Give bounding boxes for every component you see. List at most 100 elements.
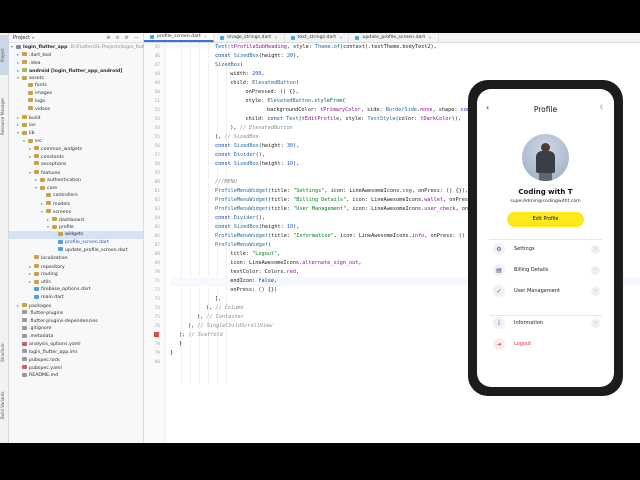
tree-item[interactable]: ▸ utils [9, 278, 143, 286]
code-line[interactable]: width: 200, [170, 70, 264, 79]
close-icon[interactable]: × [339, 35, 342, 40]
tree-item[interactable]: .flutter-plugins [9, 310, 143, 318]
moon-icon[interactable]: ☾ [600, 104, 605, 111]
back-arrow-icon[interactable]: ‹ [486, 103, 489, 112]
gear-icon[interactable]: ⚙ [125, 35, 129, 41]
tree-item[interactable]: ▾ lib [9, 129, 143, 137]
tree-item[interactable]: ▾ assets [9, 74, 143, 82]
code-line[interactable]: ), // Container [170, 313, 244, 322]
tree-item[interactable]: ▾ core [9, 184, 143, 192]
code-line[interactable]: ProfileMenuWidget(title: "Settings", ico… [170, 187, 468, 196]
tree-item[interactable]: exceptions [9, 161, 143, 169]
tree-item[interactable]: ▸ packages [9, 302, 143, 310]
tree-item[interactable]: ▾ profile [9, 223, 143, 231]
resource-manager-tool-button[interactable]: Resource Manager [0, 81, 9, 151]
code-line[interactable]: Text(tProfileSubHeading, style: Theme.of… [170, 43, 437, 52]
menu-item-logout[interactable]: ⇥ Logout [493, 337, 600, 351]
editor-tab[interactable]: text_strings.dart × [285, 33, 350, 42]
chevron-down-icon[interactable]: ▾ [32, 35, 34, 40]
collapse-all-icon[interactable]: ≡ [115, 35, 119, 41]
tree-item[interactable]: .gitignore [9, 325, 143, 333]
tree-item[interactable]: pubspec.lock [9, 357, 143, 365]
tree-item[interactable]: ▸ .idea [9, 59, 143, 67]
code-line[interactable]: child: ElevatedButton( [170, 79, 299, 88]
tree-item[interactable]: ▸ build [9, 114, 143, 122]
tree-item[interactable]: ▸ authentication [9, 176, 143, 184]
code-line[interactable]: ProfileMenuWidget( [170, 241, 271, 250]
code-line[interactable]: } [170, 340, 182, 349]
project-view-selector[interactable]: Project [13, 35, 30, 41]
code-line[interactable]: const SizedBox(height: 10), [170, 223, 299, 232]
tree-item[interactable]: analysis_options.yaml [9, 341, 143, 349]
code-line[interactable]: style: ElevatedButton.styleFrom( [170, 97, 345, 106]
tree-item[interactable]: controllers [9, 192, 143, 200]
code-line[interactable]: ), // SizedBox [170, 133, 259, 142]
code-line[interactable]: ProfileMenuWidget(title: "Information", … [170, 232, 481, 241]
tree-item[interactable]: images [9, 90, 143, 98]
close-icon[interactable]: × [204, 34, 207, 39]
code-line[interactable]: textColor: Colors.red, [170, 268, 299, 277]
menu-item-information[interactable]: i Information › [493, 316, 600, 330]
tree-item[interactable]: ▸ models [9, 200, 143, 208]
code-line[interactable]: ); // Scaffold [170, 331, 223, 340]
tree-item[interactable]: ▾ features [9, 169, 143, 177]
tree-item[interactable]: ▸ ios [9, 121, 143, 129]
tree-item[interactable]: ▸ .dart_tool [9, 51, 143, 59]
tree-item[interactable]: ▸ android [login_flutter_app_android] [9, 67, 143, 75]
tree-item[interactable]: pubspec.yaml [9, 365, 143, 373]
code-line[interactable]: ///MENU [170, 178, 237, 187]
tree-item[interactable]: login_flutter_app.iml [9, 349, 143, 357]
code-line[interactable]: ProfileMenuWidget(title: "User Managemen… [170, 205, 512, 214]
menu-item-billing-details[interactable]: ▤ Billing Details › [493, 263, 600, 277]
code-line[interactable]: icon: LineAwesomeIcons.alternate_sign_ou… [170, 259, 361, 268]
tree-item[interactable]: logo [9, 98, 143, 106]
code-line[interactable]: child: const Text(tEditProfile, style: T… [170, 115, 461, 124]
tree-item[interactable]: ▸ common_widgets [9, 145, 143, 153]
tree-item[interactable]: ▸ dashboard [9, 216, 143, 224]
code-line[interactable]: } [170, 349, 173, 358]
editor-tab[interactable]: update_profile_screen.dart × [349, 33, 439, 42]
code-line[interactable]: const Divider(), [170, 214, 265, 223]
editor-tab[interactable]: profile_screen.dart × [144, 33, 215, 42]
code-line[interactable]: const SizedBox(height: 20), [170, 52, 299, 61]
tree-item[interactable]: ▾ login_flutter_app D:\Flutter\01-Projects… [9, 43, 148, 51]
locate-icon[interactable]: ⊕ [106, 35, 110, 41]
tree-item[interactable]: update_profile_screen.dart [9, 247, 143, 255]
code-line[interactable]: onPressed: () {}, [170, 88, 298, 97]
tree-item[interactable]: widgets [9, 231, 143, 240]
code-line[interactable]: ), // ElevatedButton [170, 124, 292, 133]
code-line[interactable]: ), // SingleChildScrollView [170, 322, 272, 331]
tree-item[interactable]: profile_screen.dart [9, 239, 143, 247]
tree-item[interactable]: ▸ constants [9, 153, 143, 161]
tree-item[interactable]: ▾ screens [9, 208, 143, 216]
code-line[interactable]: ), // Column [170, 304, 243, 313]
tree-item[interactable]: videos [9, 106, 143, 114]
tree-item[interactable]: ▾ src [9, 137, 143, 145]
code-line[interactable] [170, 169, 215, 178]
tree-item[interactable]: main.dart [9, 294, 143, 302]
tree-item[interactable]: ▸ routing [9, 270, 143, 278]
code-line[interactable]: const Divider(), [170, 151, 265, 160]
tree-item[interactable]: fonts [9, 82, 143, 90]
structure-tool-button[interactable]: Structure [0, 333, 9, 373]
code-line[interactable]: SizedBox( [170, 61, 243, 70]
close-icon[interactable]: × [428, 35, 431, 40]
tree-item[interactable]: localization [9, 255, 143, 263]
code-line[interactable]: onPress: () {}) [170, 286, 277, 295]
project-tool-button[interactable]: Project [0, 35, 9, 75]
code-line[interactable]: ProfileMenuWidget(title: "Billing Detail… [170, 196, 499, 205]
tree-item[interactable]: .flutter-plugins-dependencies [9, 318, 143, 326]
code-line[interactable]: const SizedBox(height: 10), [170, 160, 299, 169]
tree-item[interactable]: ▸ repository [9, 263, 143, 271]
tree-item[interactable]: README.md [9, 372, 143, 380]
code-line[interactable]: const SizedBox(height: 30), [170, 142, 299, 151]
close-icon[interactable]: × [274, 35, 277, 40]
editor-tab[interactable]: image_strings.dart × [214, 33, 285, 42]
tree-item[interactable]: firebase_options.dart [9, 286, 143, 294]
menu-item-settings[interactable]: ⚙ Settings › [493, 242, 600, 256]
menu-item-user-management[interactable]: ✓ User Management › [493, 284, 600, 298]
code-line[interactable]: ], [170, 295, 221, 304]
build-variants-tool-button[interactable]: Build Variants [0, 378, 9, 433]
edit-profile-button[interactable]: Edit Profile [507, 212, 584, 227]
hide-icon[interactable]: — [134, 35, 139, 41]
